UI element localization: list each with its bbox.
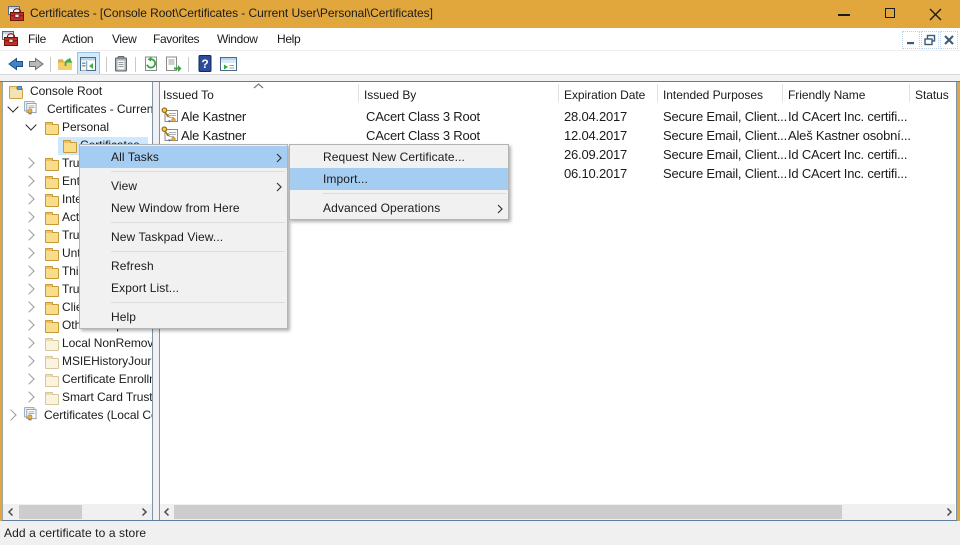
svg-text:?: ? — [201, 57, 208, 71]
